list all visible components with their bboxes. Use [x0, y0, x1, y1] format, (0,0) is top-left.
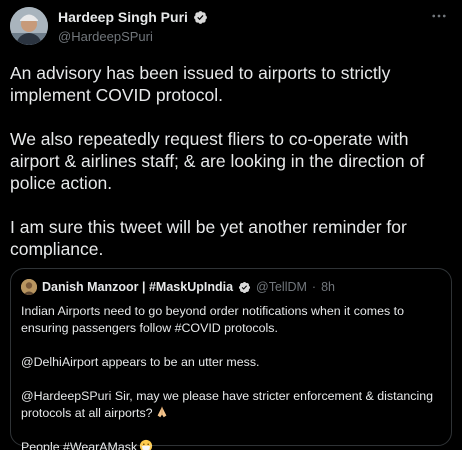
separator-dot: ·: [311, 280, 317, 294]
verified-badge-icon: [193, 10, 208, 25]
author-avatar[interactable]: [10, 7, 48, 45]
author-display-name[interactable]: Hardeep Singh Puri: [58, 9, 188, 25]
tweet-paragraph: I am sure this tweet will be yet another…: [10, 217, 407, 259]
more-horizontal-icon: [432, 14, 446, 18]
quoted-paragraph: @HardeepSPuri Sir, may we please have st…: [21, 388, 446, 422]
quoted-paragraph: Indian Airports need to go beyond order …: [21, 304, 404, 335]
tweet-paragraph: We also repeatedly request fliers to co-…: [10, 129, 425, 193]
quoted-author-handle: @TellDM: [256, 280, 307, 294]
quoted-tweet[interactable]: Danish Manzoor | #MaskUpIndia @TellDM · …: [10, 268, 452, 450]
folded-hands-emoji-icon: [155, 405, 169, 419]
face-with-mask-emoji-icon: [139, 439, 153, 450]
quoted-paragraph-text: People #WearAMask: [21, 440, 138, 450]
quoted-tweet-text: Indian Airports need to go beyond order …: [21, 303, 446, 450]
more-options-button[interactable]: [428, 7, 450, 25]
quoted-paragraph: People #WearAMask: [21, 439, 446, 450]
quoted-author-avatar: [21, 279, 37, 295]
verified-badge-icon: [238, 281, 251, 294]
tweet-paragraph: An advisory has been issued to airports …: [10, 63, 391, 105]
quoted-paragraph-text: @HardeepSPuri Sir, may we please have st…: [21, 389, 434, 420]
author-handle[interactable]: @HardeepSPuri: [58, 29, 153, 44]
quoted-tweet-timestamp[interactable]: 8h: [321, 280, 335, 294]
author-name-row: Hardeep Singh Puri: [58, 9, 208, 25]
tweet-text: An advisory has been issued to airports …: [10, 62, 450, 260]
tweet-card: Hardeep Singh Puri @HardeepSPuri An advi…: [0, 0, 462, 450]
quoted-paragraph: @DelhiAirport appears to be an utter mes…: [21, 355, 260, 369]
quoted-tweet-header: Danish Manzoor | #MaskUpIndia @TellDM · …: [21, 279, 335, 295]
quoted-author-display-name: Danish Manzoor | #MaskUpIndia: [42, 280, 234, 294]
